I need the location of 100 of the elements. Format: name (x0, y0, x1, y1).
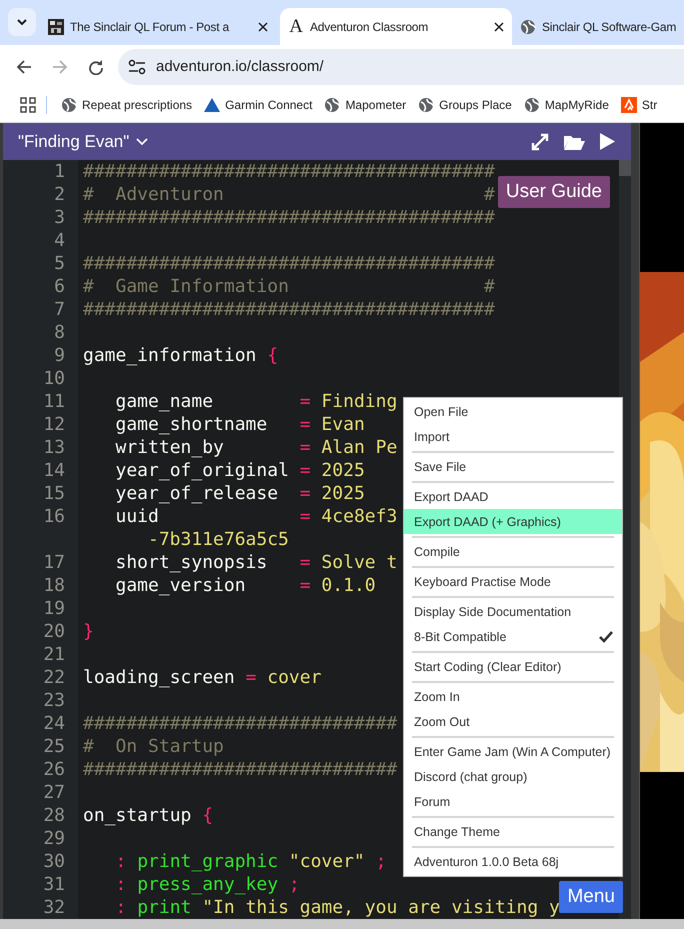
bookmark[interactable]: Repeat prescriptions (55, 92, 198, 118)
menu-item[interactable]: 8-Bit Compatible (404, 624, 622, 649)
line-number: 10 (43, 367, 65, 390)
menu-item[interactable]: Import (404, 424, 622, 449)
line-number: 2 (54, 183, 65, 206)
line-number: 21 (43, 643, 65, 666)
project-title-dropdown[interactable]: "Finding Evan" (18, 132, 148, 152)
menu-item[interactable]: Forum (404, 789, 622, 814)
code-line: # Game Information # (82, 275, 495, 298)
line-number: 16 (43, 505, 65, 528)
code-line: game_version = 0.1.0 (114, 574, 376, 597)
address-bar[interactable]: adventuron.io/classroom/ (118, 48, 684, 84)
globe-icon (324, 97, 340, 113)
apps-icon[interactable] (20, 97, 36, 113)
code-line: written_by = Alan Pe (114, 436, 398, 459)
line-number: 20 (43, 620, 65, 643)
caret-icon (136, 138, 148, 146)
line-number: 32 (43, 896, 65, 919)
menu-item[interactable]: Compile (404, 539, 622, 564)
bookmark[interactable]: MapMyRide (518, 92, 615, 118)
globe-icon (418, 97, 434, 113)
code-line: : print "In this game, you are visiting y (114, 896, 560, 919)
line-number: 25 (43, 735, 65, 758)
line-number: 18 (43, 574, 65, 597)
favicon-icon: A (288, 16, 304, 38)
play-icon[interactable] (599, 133, 615, 150)
line-number: 9 (54, 344, 65, 367)
close-icon[interactable] (258, 22, 268, 32)
bookmark[interactable]: Garmin Connect (198, 92, 318, 118)
tab-title: Sinclair QL Software-Gam (542, 20, 676, 34)
code-line: # On Startup (82, 735, 224, 758)
browser-tab[interactable]: A Adventuron Classroom (280, 8, 512, 45)
line-number: 4 (54, 229, 65, 252)
globe-icon (520, 18, 536, 34)
line-number: 1 (54, 160, 65, 183)
code-line: year_of_release = 2025 (114, 482, 365, 505)
arrow-icon (52, 58, 68, 74)
line-number: 5 (54, 252, 65, 275)
arrow-icon (16, 58, 32, 74)
flame-icon (620, 97, 637, 113)
line-number: 27 (43, 781, 65, 804)
code-line: ############################# (82, 758, 398, 781)
caret-icon (16, 18, 28, 26)
code-line: ###################################### (82, 298, 495, 321)
line-number: 13 (43, 436, 65, 459)
menu-item[interactable]: Change Theme (404, 819, 622, 844)
user-guide-button[interactable]: User Guide (498, 176, 610, 208)
close-icon[interactable] (494, 22, 504, 32)
code-line: # Adventuron # (82, 183, 495, 206)
code-line: game_name = Finding (114, 390, 398, 413)
line-number: 12 (43, 413, 65, 436)
code-line: : press_any_key ; (114, 873, 300, 896)
menu-item[interactable]: Keyboard Practise Mode (404, 569, 622, 594)
bookmark[interactable]: Str (614, 92, 664, 118)
line-number: 8 (54, 321, 65, 344)
menu-item[interactable]: Open File (404, 399, 622, 424)
menu-item[interactable]: Export DAAD (+ Graphics) (404, 509, 622, 534)
line-number: 6 (54, 275, 65, 298)
expand-icon[interactable] (531, 132, 549, 150)
line-number: 31 (43, 873, 65, 896)
menu-item[interactable]: Enter Game Jam (Win A Computer) (404, 739, 622, 764)
line-number: 29 (43, 827, 65, 850)
favicon-icon (48, 18, 64, 34)
menu-item[interactable]: Save File (404, 454, 622, 479)
line-number: 24 (43, 712, 65, 735)
line-number: 11 (43, 390, 65, 413)
reload-icon (88, 58, 104, 74)
menu-button[interactable]: Menu (559, 881, 623, 913)
menu-item[interactable]: Export DAAD (404, 484, 622, 509)
code-line: ############################# (82, 712, 398, 735)
tab-list-button[interactable] (8, 8, 36, 36)
line-number: 7 (54, 298, 65, 321)
menu-item[interactable]: Discord (chat group) (404, 764, 622, 789)
code-line: ###################################### (82, 252, 495, 275)
line-number: 26 (43, 758, 65, 781)
tab-title: The Sinclair QL Forum - Post a (70, 20, 230, 34)
triangle-icon (204, 97, 220, 113)
line-number: 15 (43, 482, 65, 505)
scroll-thumb[interactable] (619, 160, 631, 176)
browser-tab[interactable]: Sinclair QL Software-Gam (512, 8, 684, 45)
code-line: year_of_original = 2025 (114, 459, 365, 482)
menu-item[interactable]: Start Coding (Clear Editor) (404, 654, 622, 679)
line-number: 22 (43, 666, 65, 689)
bookmark[interactable]: Mapometer (318, 92, 412, 118)
settings-icon (128, 58, 146, 74)
code-line: loading_screen = cover (82, 666, 322, 689)
code-line: game_shortname = Evan (114, 413, 365, 436)
bookmark[interactable]: Groups Place (412, 92, 518, 118)
code-line: ###################################### (82, 206, 495, 229)
browser-tab[interactable]: The Sinclair QL Forum - Post a (40, 8, 276, 45)
menu-item[interactable]: Display Side Documentation (404, 599, 622, 624)
menu-item[interactable]: Adventuron 1.0.0 Beta 68j (404, 849, 622, 874)
code-line: : print_graphic "cover" ; (114, 850, 386, 873)
line-number: 28 (43, 804, 65, 827)
menu-item[interactable]: Zoom Out (404, 709, 622, 734)
folder-icon[interactable] (563, 133, 585, 150)
globe-icon (524, 97, 540, 113)
menu-item[interactable]: Zoom In (404, 684, 622, 709)
code-line: short_synopsis = Solve t (114, 551, 398, 574)
line-number: 19 (43, 597, 65, 620)
